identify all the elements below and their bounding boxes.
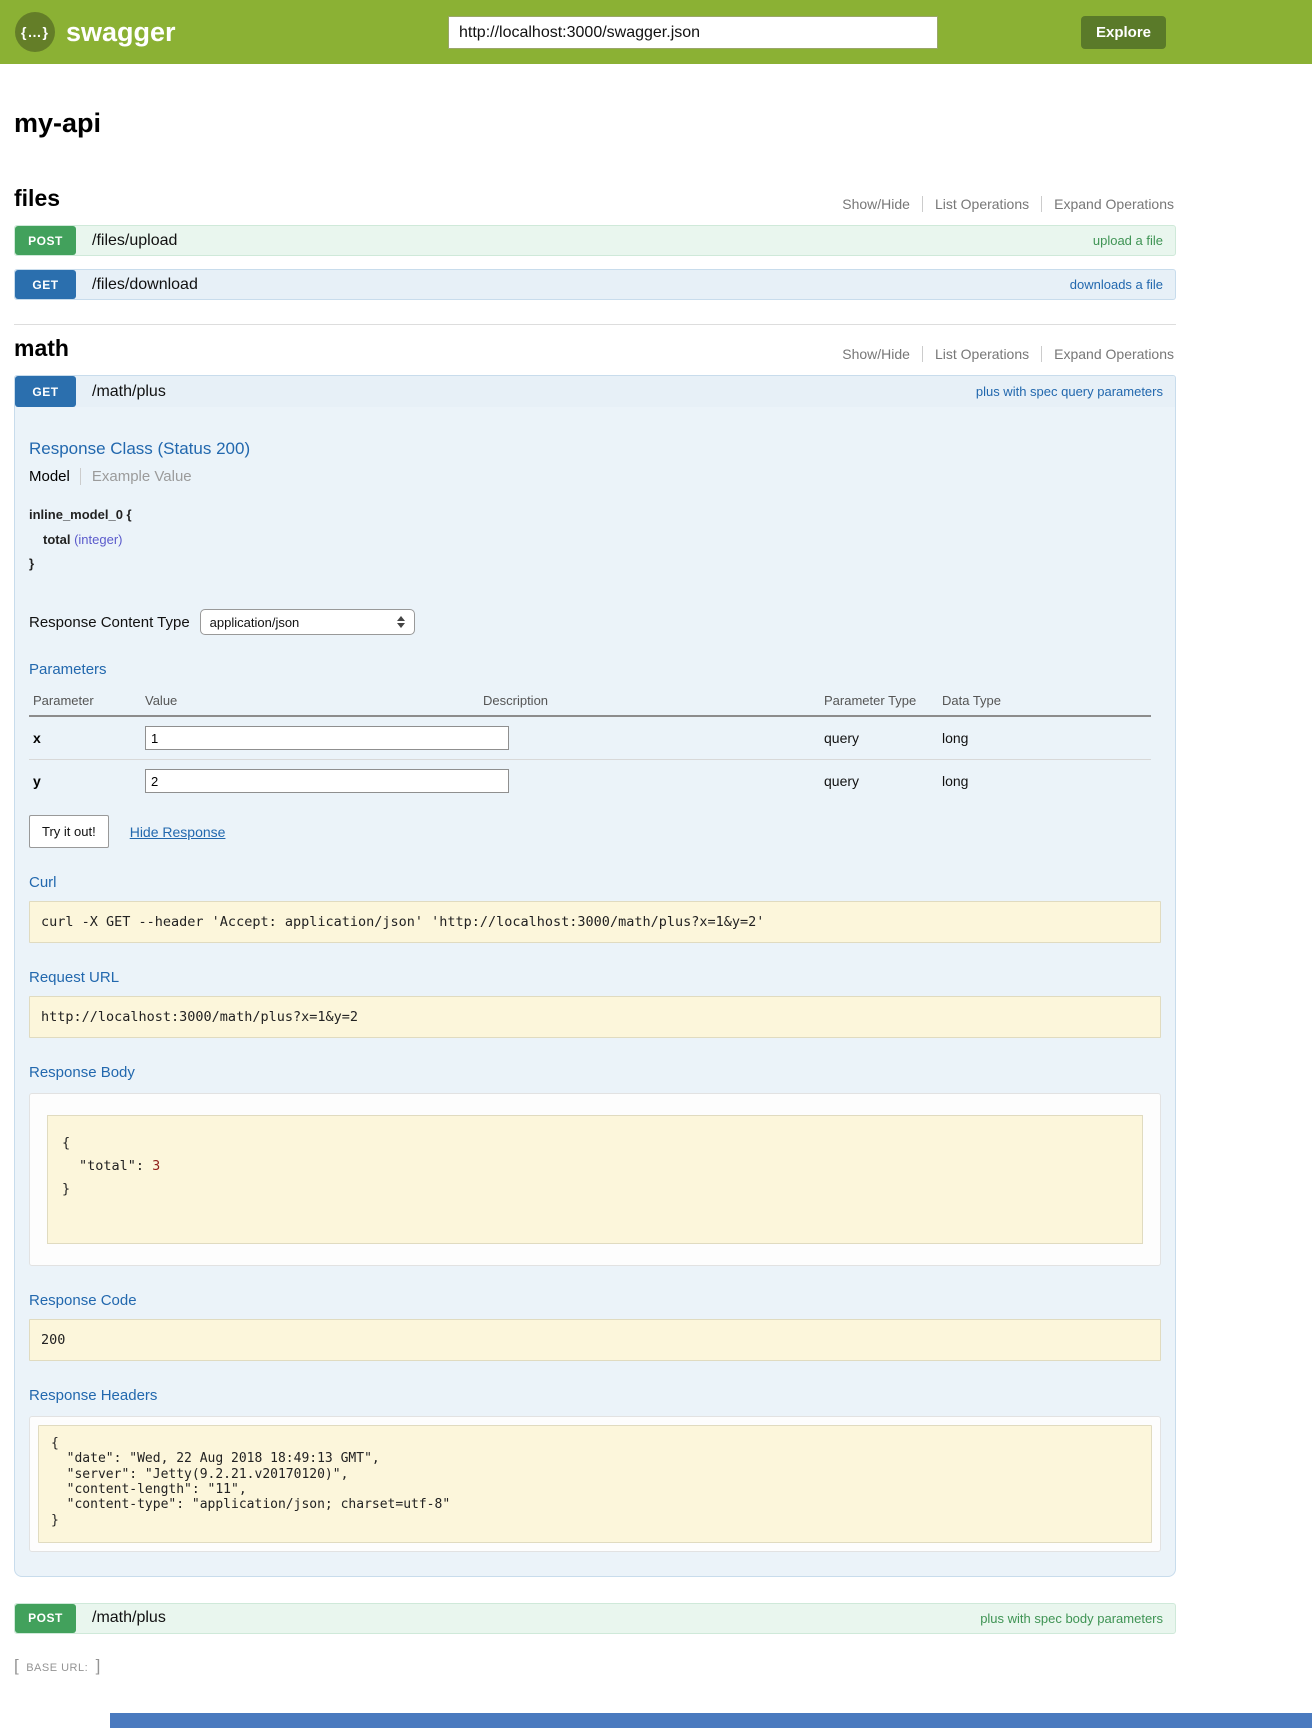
parameter-x-input[interactable] <box>145 726 509 750</box>
col-description: Description <box>479 688 820 716</box>
model-property: total (integer) <box>29 528 1161 553</box>
model-close: } <box>29 552 1161 577</box>
try-it-out-row: Try it out! Hide Response <box>29 815 1161 848</box>
col-parameter: Parameter <box>29 688 141 716</box>
endpoint-summary-link[interactable]: plus with spec body parameters <box>980 1611 1163 1626</box>
endpoint-path[interactable]: /math/plus <box>92 1609 166 1627</box>
list-operations-link[interactable]: List Operations <box>922 196 1041 212</box>
response-content-type-label: Response Content Type <box>29 614 190 631</box>
hide-response-link[interactable]: Hide Response <box>130 824 226 840</box>
response-headers-container: { "date": "Wed, 22 Aug 2018 18:49:13 GMT… <box>29 1416 1161 1552</box>
model-signature: inline_model_0 { total (integer) } <box>29 503 1161 577</box>
expand-operations-link[interactable]: Expand Operations <box>1041 346 1176 362</box>
swagger-logo-icon: {…} <box>15 12 55 52</box>
parameter-y-input[interactable] <box>145 769 509 793</box>
response-class-heading: Response Class (Status 200) <box>29 439 1161 459</box>
response-body-line: "total": 3 <box>62 1155 1128 1178</box>
endpoint-summary-link[interactable]: upload a file <box>1093 233 1163 248</box>
base-url-label: BASE URL: <box>23 1662 91 1674</box>
bottom-blue-bar <box>110 1713 1312 1728</box>
get-method-badge: GET <box>15 376 76 407</box>
response-code-heading: Response Code <box>29 1292 1161 1309</box>
parameter-row-y: y query long <box>29 760 1151 803</box>
endpoint-path[interactable]: /files/download <box>92 276 198 294</box>
response-content-type-row: Response Content Type application/json <box>29 609 1161 635</box>
response-body-close: } <box>62 1178 1128 1201</box>
col-parameter-type: Parameter Type <box>820 688 938 716</box>
endpoint-row-math-plus-post[interactable]: POST /math/plus plus with spec body para… <box>14 1603 1176 1634</box>
col-value: Value <box>141 688 479 716</box>
explore-button[interactable]: Explore <box>1081 16 1166 49</box>
swagger-logo[interactable]: {…} swagger <box>15 12 176 52</box>
math-section-title[interactable]: math <box>14 335 69 362</box>
expand-operations-link[interactable]: Expand Operations <box>1041 196 1176 212</box>
curl-command-block: curl -X GET --header 'Accept: applicatio… <box>29 901 1161 943</box>
parameters-table: Parameter Value Description Parameter Ty… <box>29 688 1151 802</box>
response-headers-heading: Response Headers <box>29 1387 1161 1404</box>
response-content-type-value: application/json <box>210 615 300 630</box>
response-body-open: { <box>62 1132 1128 1155</box>
endpoint-row-files-download[interactable]: GET /files/download downloads a file <box>14 269 1176 300</box>
page-content: my-api files Show/Hide List Operations E… <box>0 108 1312 1676</box>
response-body-block: { "total": 3 } <box>47 1115 1143 1244</box>
response-headers-block: { "date": "Wed, 22 Aug 2018 18:49:13 GMT… <box>38 1425 1152 1543</box>
page-title: my-api <box>14 108 1176 139</box>
list-operations-link[interactable]: List Operations <box>922 346 1041 362</box>
response-body-value: 3 <box>152 1158 160 1174</box>
parameter-data-type: long <box>938 760 1151 803</box>
base-url-footer: [ BASE URL: ] <box>14 1656 1176 1676</box>
endpoint-path[interactable]: /math/plus <box>92 383 166 401</box>
col-data-type: Data Type <box>938 688 1151 716</box>
response-body-key: "total": <box>79 1158 144 1174</box>
post-method-badge: POST <box>15 1604 76 1633</box>
show-hide-link[interactable]: Show/Hide <box>830 346 922 362</box>
response-code-block: 200 <box>29 1319 1161 1361</box>
files-section-controls: Show/Hide List Operations Expand Operati… <box>830 196 1176 212</box>
files-section-title[interactable]: files <box>14 185 60 212</box>
header-bar: {…} swagger Explore <box>0 0 1312 64</box>
parameters-header-row: Parameter Value Description Parameter Ty… <box>29 688 1151 716</box>
endpoint-summary-link[interactable]: plus with spec query parameters <box>976 384 1163 399</box>
operation-panel: Response Class (Status 200) Model Exampl… <box>15 407 1175 1576</box>
tab-model[interactable]: Model <box>29 468 80 485</box>
swagger-logo-text: swagger <box>66 17 176 48</box>
curl-heading: Curl <box>29 874 1161 891</box>
select-arrows-icon <box>397 616 405 628</box>
model-property-name: total <box>43 532 70 547</box>
post-method-badge: POST <box>15 226 76 255</box>
spec-url-input[interactable] <box>448 16 938 49</box>
endpoint-path[interactable]: /files/upload <box>92 232 177 250</box>
tab-example-value[interactable]: Example Value <box>80 468 192 485</box>
parameter-name: y <box>29 760 141 803</box>
request-url-heading: Request URL <box>29 969 1161 986</box>
endpoint-summary-link[interactable]: downloads a file <box>1070 277 1163 292</box>
math-section-controls: Show/Hide List Operations Expand Operati… <box>830 346 1176 362</box>
show-hide-link[interactable]: Show/Hide <box>830 196 922 212</box>
response-content-type-select[interactable]: application/json <box>200 609 415 635</box>
model-property-type: (integer) <box>74 532 122 547</box>
endpoint-row-math-plus-get[interactable]: GET /math/plus plus with spec query para… <box>15 376 1175 407</box>
section-divider <box>14 324 1176 325</box>
get-method-badge: GET <box>15 270 76 299</box>
base-url-bracket-close: ] <box>96 1656 101 1675</box>
response-class-tabs: Model Example Value <box>29 468 1161 485</box>
parameters-heading: Parameters <box>29 661 1161 678</box>
math-section-header: math Show/Hide List Operations Expand Op… <box>14 335 1176 362</box>
base-url-bracket-open: [ <box>14 1656 19 1675</box>
try-it-out-button[interactable]: Try it out! <box>29 815 109 848</box>
model-open: inline_model_0 { <box>29 503 1161 528</box>
parameter-description <box>479 760 820 803</box>
parameter-type: query <box>820 716 938 760</box>
endpoint-expanded-math-plus-get: GET /math/plus plus with spec query para… <box>14 375 1176 1577</box>
parameter-name: x <box>29 716 141 760</box>
files-section-header: files Show/Hide List Operations Expand O… <box>14 185 1176 212</box>
parameter-row-x: x query long <box>29 716 1151 760</box>
response-body-heading: Response Body <box>29 1064 1161 1081</box>
parameter-description <box>479 716 820 760</box>
parameter-data-type: long <box>938 716 1151 760</box>
endpoint-row-files-upload[interactable]: POST /files/upload upload a file <box>14 225 1176 256</box>
response-body-container: { "total": 3 } <box>29 1093 1161 1266</box>
parameter-type: query <box>820 760 938 803</box>
request-url-block: http://localhost:3000/math/plus?x=1&y=2 <box>29 996 1161 1038</box>
